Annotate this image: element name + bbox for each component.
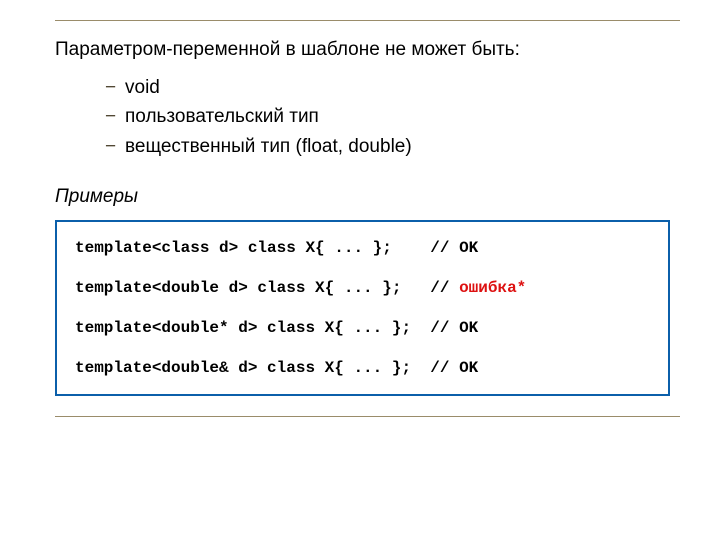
bullet-item: − вещественный тип (float, double) xyxy=(105,132,680,161)
heading: Параметром-переменной в шаблоне не может… xyxy=(55,39,680,61)
bottom-rule xyxy=(55,416,680,417)
bullet-list: − void − пользовательский тип − веществе… xyxy=(105,73,680,161)
code-line: template<class d> class X{ ... }; // OK xyxy=(75,239,478,257)
top-rule xyxy=(55,20,680,21)
bullet-text: void xyxy=(125,73,160,102)
dash-icon: − xyxy=(105,132,125,161)
dash-icon: − xyxy=(105,73,125,102)
code-line: template<double& d> class X{ ... }; // O… xyxy=(75,359,478,377)
bullet-text: пользовательский тип xyxy=(125,102,319,131)
bullet-item: − пользовательский тип xyxy=(105,102,680,131)
code-error: ошибка* xyxy=(459,279,526,297)
code-line: template<double d> class X{ ... }; // xyxy=(75,279,459,297)
code-line: template<double* d> class X{ ... }; // O… xyxy=(75,319,478,337)
bullet-text: вещественный тип (float, double) xyxy=(125,132,412,161)
bullet-item: − void xyxy=(105,73,680,102)
code-box: template<class d> class X{ ... }; // OK … xyxy=(55,220,670,396)
dash-icon: − xyxy=(105,102,125,131)
examples-label: Примеры xyxy=(55,186,680,208)
